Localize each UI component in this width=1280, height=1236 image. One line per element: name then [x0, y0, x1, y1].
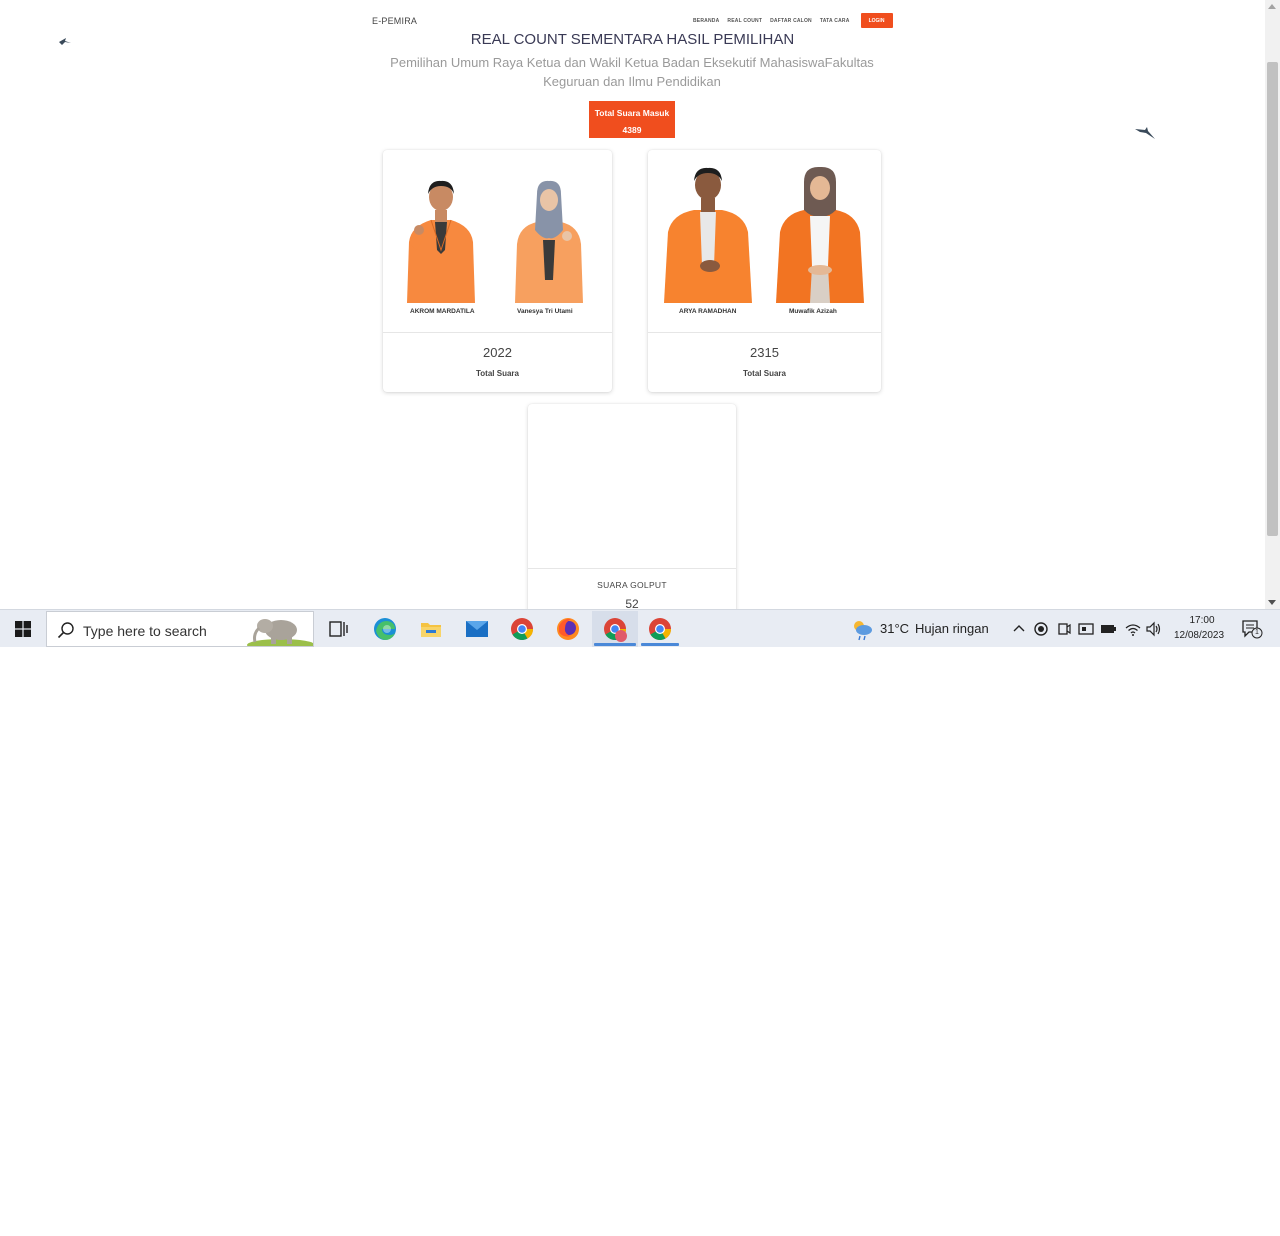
- page-scrollbar[interactable]: [1265, 0, 1280, 609]
- candidate-chair-name: AKROM MARDATILA: [410, 308, 475, 315]
- windows-start-icon[interactable]: [15, 621, 31, 637]
- task-view-icon[interactable]: [325, 616, 351, 642]
- chrome-icon[interactable]: [647, 616, 673, 642]
- candidate-vice-name: Vanesya Tri Utami: [517, 308, 573, 315]
- candidate-card-1[interactable]: AKROM MARDATILA Vanesya Tri Utami 2022 T…: [383, 150, 612, 392]
- mail-icon[interactable]: [464, 616, 490, 642]
- brand-logo[interactable]: E-PEMIRA: [372, 16, 417, 26]
- nav-link-beranda[interactable]: BERANDA: [693, 18, 719, 24]
- scrollbar-thumb[interactable]: [1267, 62, 1278, 536]
- chrome-icon[interactable]: [602, 616, 628, 642]
- nav-link-real-count[interactable]: REAL COUNT: [727, 18, 762, 24]
- record-icon[interactable]: [1032, 620, 1050, 638]
- card-divider: [528, 568, 736, 569]
- candidate-chair-photo: [407, 180, 475, 303]
- golput-value: 52: [625, 597, 639, 609]
- clock-time[interactable]: 17:00: [1182, 615, 1222, 626]
- page-title: REAL COUNT SEMENTARA HASIL PEMILIHAN: [470, 31, 795, 48]
- network-device-icon[interactable]: [1077, 620, 1095, 638]
- chrome-profile-badge: 8: [619, 1229, 623, 1236]
- weather-description[interactable]: Hujan ringan: [915, 621, 989, 636]
- scroll-up-arrow-icon[interactable]: [1268, 4, 1276, 9]
- candidate-vice-photo: [776, 166, 864, 303]
- login-button[interactable]: LOGIN: [860, 13, 893, 28]
- browser-viewport: E-PEMIRA BERANDA REAL COUNT DAFTAR CALON…: [0, 0, 1265, 609]
- candidate-photo: [648, 150, 881, 333]
- chevron-up-icon[interactable]: [1010, 620, 1028, 638]
- candidate-chair-photo: [664, 167, 752, 303]
- meet-now-icon[interactable]: [1055, 620, 1073, 638]
- nav-link-daftar-calon[interactable]: DAFTAR CALON: [770, 18, 812, 24]
- windows-taskbar: Type here to search 8 31°C Hujan ringan …: [0, 609, 1280, 1236]
- notification-count: 1: [1255, 629, 1259, 636]
- candidate-photo: [383, 150, 612, 333]
- candidate-vote-label: Total Suara: [743, 369, 786, 378]
- search-icon: [57, 622, 74, 639]
- bird-decoration-icon: [1135, 127, 1155, 139]
- candidate-vice-name: Muwafik Azizah: [789, 308, 837, 315]
- search-placeholder: Type here to search: [83, 623, 207, 639]
- golput-card: SUARA GOLPUT 52: [528, 404, 736, 609]
- file-explorer-icon[interactable]: [418, 616, 444, 642]
- active-app-indicator: [594, 643, 636, 646]
- total-votes-value: 4389: [622, 125, 642, 135]
- page-subtitle: Pemilihan Umum Raya Ketua dan Wakil Ketu…: [390, 55, 874, 89]
- open-app-indicator: [641, 643, 679, 646]
- nav-link-tata-cara[interactable]: TATA CARA: [820, 18, 850, 24]
- scroll-down-arrow-icon[interactable]: [1268, 600, 1276, 605]
- golput-label: SUARA GOLPUT: [597, 580, 667, 590]
- candidate-vote-count: 2022: [483, 345, 512, 360]
- wifi-icon[interactable]: [1124, 620, 1142, 638]
- candidate-vice-photo: [515, 180, 583, 303]
- total-votes-badge: Total Suara Masuk 4389: [589, 101, 675, 138]
- candidate-vote-label: Total Suara: [476, 369, 519, 378]
- top-nav: BERANDA REAL COUNT DAFTAR CALON TATA CAR…: [693, 13, 893, 28]
- weather-rain-icon[interactable]: [850, 617, 874, 641]
- edge-browser-icon[interactable]: [372, 616, 398, 642]
- candidate-card-2[interactable]: ARYA RAMADHAN Muwafik Azizah 2315 Total …: [648, 150, 881, 392]
- firefox-icon[interactable]: [555, 616, 581, 642]
- volume-icon[interactable]: [1145, 620, 1163, 638]
- total-votes-label: Total Suara Masuk: [594, 108, 670, 118]
- battery-icon[interactable]: [1099, 620, 1117, 638]
- candidate-chair-name: ARYA RAMADHAN: [679, 308, 737, 315]
- chrome-icon[interactable]: [509, 616, 535, 642]
- taskbar-search-box[interactable]: Type here to search: [46, 611, 314, 647]
- clock-date[interactable]: 12/08/2023: [1169, 630, 1229, 641]
- candidate-vote-count: 2315: [750, 345, 779, 360]
- elephant-search-highlight-icon: [247, 619, 313, 646]
- weather-temperature[interactable]: 31°C: [880, 621, 909, 636]
